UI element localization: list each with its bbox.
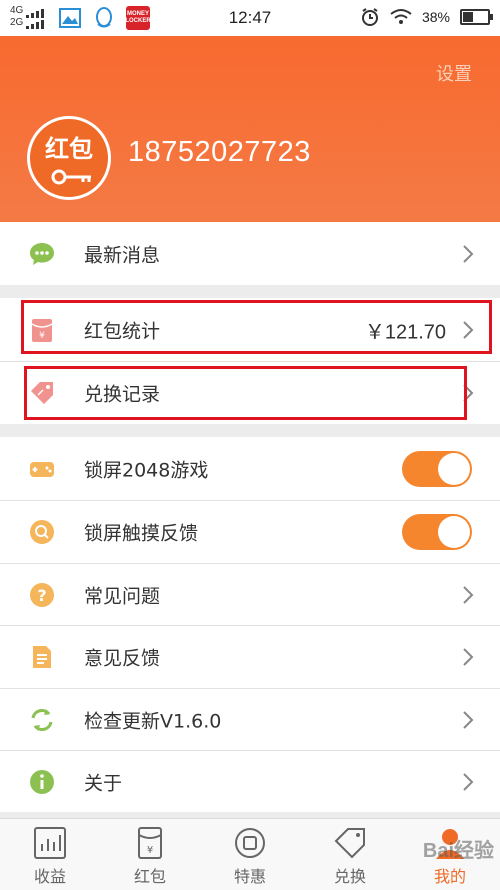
menu-item-label: 锁屏2048游戏	[84, 459, 209, 481]
menu-item-label: 最新消息	[84, 244, 161, 266]
tab-deals[interactable]: 特惠	[200, 819, 300, 890]
tab-earnings[interactable]: 收益	[0, 819, 100, 890]
settings-button[interactable]: 设置	[436, 60, 472, 86]
battery-icon	[460, 9, 493, 25]
menu-item-about[interactable]: 关于	[0, 751, 500, 812]
chart-icon	[34, 827, 66, 859]
menu-item-check-update[interactable]: 检查更新V1.6.0	[0, 689, 500, 750]
tab-label: 兑换	[333, 867, 366, 886]
menu-item-label: 锁屏触摸反馈	[84, 522, 199, 545]
avatar-text: 红包	[45, 135, 93, 163]
alarm-icon	[361, 8, 378, 26]
tab-redpacket[interactable]: ¥ 红包	[100, 819, 200, 890]
key-icon	[51, 169, 91, 185]
gamepad-icon	[30, 461, 54, 477]
menu-item-label: 意见反馈	[84, 647, 161, 670]
lock-2048-toggle[interactable]	[402, 450, 472, 487]
battery-percent: 38%	[421, 9, 450, 25]
menu-item-faq[interactable]: ? 常见问题	[0, 564, 500, 625]
highlight-box-exchange-records	[24, 366, 467, 420]
menu-item-feedback[interactable]: 意见反馈	[0, 626, 500, 688]
wifi-icon	[390, 9, 412, 24]
user-phone-number: 18752027723	[128, 136, 311, 168]
redpacket-icon: ¥	[138, 827, 162, 859]
deal-icon	[235, 828, 265, 858]
question-icon: ?	[30, 582, 54, 607]
menu-item-label: 检查更新V1.6.0	[84, 710, 222, 732]
chat-bubble-icon	[30, 242, 54, 265]
lock-feedback-toggle[interactable]	[402, 514, 472, 550]
highlight-box-redpacket-stats	[21, 300, 492, 354]
profile-header: 设置 红包 18752027723	[0, 36, 500, 222]
info-icon	[30, 769, 54, 794]
menu-item-messages[interactable]: 最新消息	[0, 222, 500, 285]
menu-item-lock-2048: 锁屏2048游戏	[0, 437, 500, 500]
tab-label: 收益	[33, 867, 66, 886]
battery-fill	[463, 12, 473, 22]
tab-label: 特惠	[233, 867, 266, 886]
chevron-right-icon	[463, 585, 474, 604]
tab-label: 红包	[133, 867, 166, 886]
touch-feedback-icon	[30, 520, 54, 544]
toggle-knob	[438, 516, 470, 548]
svg-text:?: ?	[37, 586, 46, 605]
tab-exchange[interactable]: 兑换	[300, 819, 400, 890]
refresh-icon	[31, 708, 53, 731]
avatar[interactable]: 红包	[27, 116, 111, 200]
tab-label: 我的	[433, 867, 466, 886]
menu-item-label: 关于	[84, 772, 123, 794]
svg-text:¥: ¥	[147, 845, 153, 856]
toggle-knob	[438, 452, 470, 485]
menu-item-label: 常见问题	[84, 585, 161, 607]
exchange-icon	[334, 828, 365, 859]
chevron-right-icon	[463, 648, 474, 666]
document-icon	[33, 646, 51, 668]
chevron-right-icon	[463, 710, 474, 729]
menu-item-lock-feedback: 锁屏触摸反馈	[0, 501, 500, 563]
chevron-right-icon	[463, 772, 474, 791]
status-bar: 4G 2G MONEY LOCKER 12:47 38%	[0, 0, 500, 36]
chevron-right-icon	[463, 244, 474, 263]
watermark: Bai经验	[422, 840, 494, 862]
